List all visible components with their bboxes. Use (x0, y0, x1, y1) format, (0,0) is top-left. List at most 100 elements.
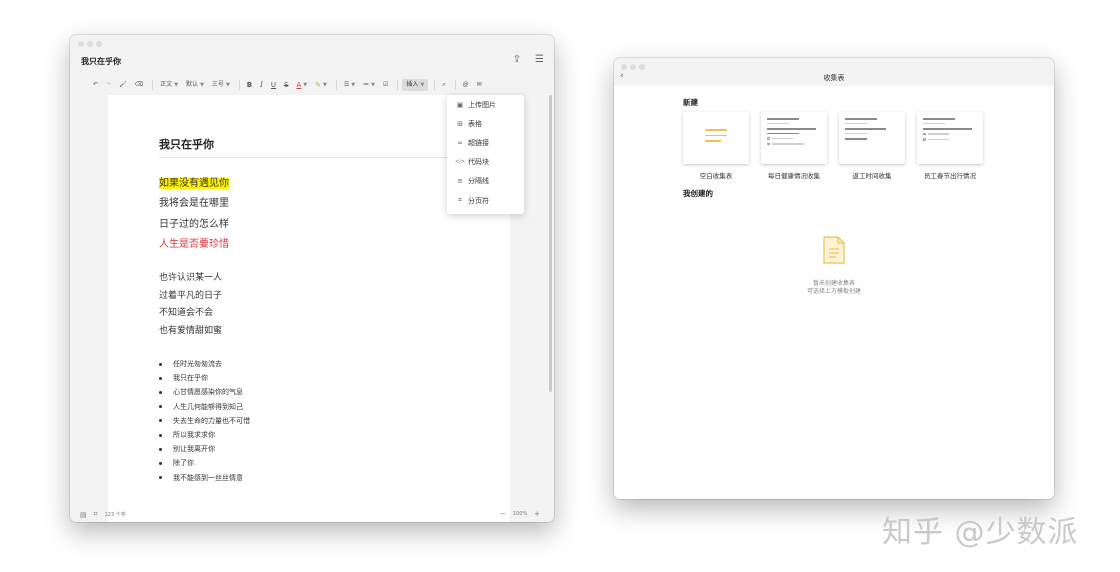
strikethrough-button[interactable]: S (281, 79, 291, 91)
window-close-dot[interactable] (78, 41, 84, 47)
font-family-select[interactable]: 默认 ▼ (183, 79, 207, 91)
font-color-button[interactable]: A ▼ (293, 79, 310, 91)
checklist-button[interactable]: ☑ (380, 79, 391, 91)
format-painter-icon[interactable]: 🖌 (116, 79, 130, 91)
chevron-down-icon: ▼ (225, 82, 230, 88)
menu-item-label: 分隔线 (468, 177, 489, 186)
menu-item-upload-image[interactable]: ▣ 上传图片 (447, 95, 524, 114)
template-thumbnail (761, 112, 827, 164)
highlighted-text: 如果没有遇见你 (159, 178, 229, 189)
list-item: 所以我求求你 (159, 428, 250, 442)
menu-item-table[interactable]: ⊞ 表格 (447, 114, 524, 133)
comment-icon[interactable]: ✉ (474, 79, 485, 91)
list-item: 心甘情愿感染你的气息 (159, 385, 250, 399)
paragraph-style-select[interactable]: 正文 ▼ (157, 79, 181, 91)
window-zoom-dot[interactable] (96, 41, 102, 47)
bullet-dot (159, 405, 162, 409)
list-item-text: 人生几何能够得到知己 (173, 402, 243, 411)
highlight-button[interactable]: ✎ ▼ (312, 79, 330, 91)
preview-line (923, 128, 972, 130)
align-button[interactable]: ☰ ▼ (341, 79, 358, 91)
window-close-dot[interactable] (621, 64, 627, 70)
list-item: 除了你 (159, 456, 250, 470)
list-button[interactable]: ≔ ▼ (360, 79, 378, 91)
menu-item-link[interactable]: ∞ 超链接 (447, 133, 524, 152)
fullscreen-icon[interactable]: ⌗ (94, 510, 98, 519)
list-icon: ≔ (363, 81, 370, 88)
collection-header: ‹ 收集表 (614, 71, 1054, 85)
mention-icon[interactable]: @ (460, 79, 472, 91)
template-card-blank[interactable]: 空白收集表 (683, 112, 749, 180)
radio-icon (923, 132, 926, 136)
bullet-dot (159, 461, 162, 465)
undo-icon[interactable]: ↶ (90, 79, 101, 91)
eraser-icon[interactable]: ⌫ (132, 79, 146, 91)
insert-button[interactable]: 插入 ▼ (402, 79, 429, 91)
window-minimize-dot[interactable] (87, 41, 93, 47)
list-item: 任时光匆匆流去 (159, 357, 250, 371)
template-card-health[interactable]: 每日健康情况收集 (761, 112, 827, 180)
template-thumbnail (683, 112, 749, 164)
redo-icon[interactable]: ↷ (103, 79, 114, 91)
list-item-text: 任时光匆匆流去 (173, 360, 222, 368)
bold-button[interactable]: B (244, 79, 255, 91)
scrollbar[interactable] (549, 95, 552, 392)
align-icon: ☰ (343, 81, 350, 88)
stanza1-line-red: 人生是否要珍惜 (159, 239, 229, 250)
menu-item-label: 表格 (468, 119, 482, 128)
template-cards: 空白收集表 每日健康情况收集 返工时间收集 员工春节出行情况 (683, 112, 983, 180)
window-zoom-dot[interactable] (639, 64, 645, 70)
menu-item-divider[interactable]: ≡ 分隔线 (447, 172, 524, 191)
template-preview (767, 118, 821, 148)
share-icon[interactable]: ⇪ (513, 54, 521, 66)
paragraph-style-value: 正文 (160, 81, 173, 88)
bullet-dot (159, 376, 162, 380)
italic-button[interactable]: I (257, 79, 266, 91)
list-item-text: 所以我求求你 (173, 430, 215, 439)
toolbar-divider (152, 80, 154, 90)
menu-item-code-block[interactable]: </> 代码块 (447, 153, 524, 172)
list-item: 人生几何能够得到知己 (159, 400, 250, 414)
menu-item-page-break[interactable]: ⌗ 分页符 (447, 191, 524, 210)
collection-title: 收集表 (823, 74, 845, 82)
blank-form-line (705, 140, 721, 142)
preview-option (767, 137, 821, 140)
template-card-spring-travel[interactable]: 员工春节出行情况 (917, 112, 983, 180)
menu-icon[interactable]: ☰ (535, 54, 544, 66)
find-icon[interactable]: ⌕ (439, 79, 448, 91)
preview-line (927, 133, 950, 135)
bullet-dot (159, 433, 162, 437)
stanza2-line: 不知道会不会 (159, 308, 214, 318)
bullet-dot (159, 390, 162, 394)
zoom-in-button[interactable]: + (534, 510, 540, 518)
insert-menu: ▣ 上传图片 ⊞ 表格 ∞ 超链接 </> 代码块 ≡ 分隔线 ⌗ 分页符 (447, 95, 524, 214)
empty-state-hint: 可选择上方模板创建 (806, 288, 861, 295)
template-card-return-time[interactable]: 返工时间收集 (839, 112, 905, 180)
preview-line (845, 138, 867, 140)
status-left: ▤ ⌗ 123 个字 (80, 510, 126, 519)
underline-button[interactable]: U (268, 79, 279, 91)
bullet-list: 任时光匆匆流去 我只在乎你 心甘情愿感染你的气息 人生几何能够得到知己 失去生命… (159, 357, 250, 485)
radio-icon (767, 137, 770, 140)
stanza2-line: 也有爱情甜如蜜 (159, 326, 223, 336)
word-count: 123 个字 (104, 512, 126, 518)
menu-item-label: 分页符 (468, 196, 489, 205)
zoom-control: − 100% + (500, 510, 540, 518)
chevron-down-icon: ▼ (323, 82, 327, 88)
document-heading: 我只在乎你 (159, 138, 214, 151)
insert-label: 插入 (406, 81, 419, 88)
blank-form-line (705, 129, 727, 131)
window-minimize-dot[interactable] (630, 64, 636, 70)
toolbar-divider (434, 80, 436, 90)
preview-line (923, 122, 945, 125)
toolbar-divider (454, 80, 456, 90)
list-item-text: 我只在乎你 (173, 374, 208, 383)
template-thumbnail (917, 112, 983, 164)
bullet-dot (159, 362, 162, 366)
watermark: 知乎 @少数派 (882, 515, 1079, 550)
collection-window: ‹ 收集表 新建 空白收集表 每日健康情况收集 返工时间收集 员工春节出行情况 … (614, 58, 1054, 499)
font-size-select[interactable]: 三号 ▼ (209, 79, 233, 91)
image-icon: ▣ (456, 100, 464, 109)
zoom-out-button[interactable]: − (500, 510, 506, 518)
outline-icon[interactable]: ▤ (80, 511, 87, 519)
